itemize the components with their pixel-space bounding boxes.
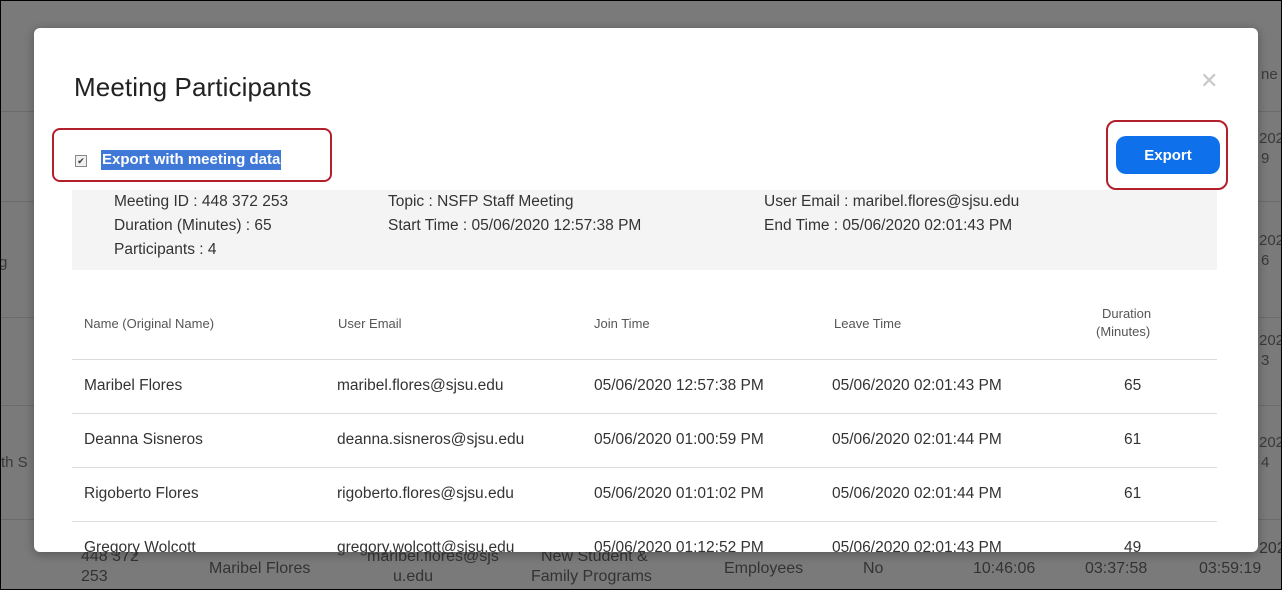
participant-join-time: 05/06/2020 01:00:59 PM	[594, 431, 764, 448]
dialog-title: Meeting Participants	[74, 72, 312, 102]
participant-name: Rigoberto Flores	[84, 485, 199, 502]
export-with-meeting-data-label[interactable]: Export with meeting data	[101, 150, 282, 170]
table-row: Deanna Sisneros deanna.sisneros@sjsu.edu…	[72, 413, 1217, 468]
bg-cell-fragment: 4	[1261, 454, 1270, 471]
participant-join-time: 05/06/2020 12:57:38 PM	[594, 377, 764, 394]
participant-email: maribel.flores@sjsu.edu	[337, 377, 504, 394]
bg-cell-fragment: 6	[1261, 252, 1270, 269]
meeting-user-email: User Email : maribel.flores@sjsu.edu	[764, 193, 1020, 210]
participant-name: Gregory Wolcott	[84, 539, 196, 556]
participant-leave-time: 05/06/2020 02:01:43 PM	[832, 539, 1002, 556]
participant-name: Maribel Flores	[84, 377, 183, 394]
meeting-id: Meeting ID : 448 372 253	[114, 193, 289, 210]
table-row: Maribel Flores maribel.flores@sjsu.edu 0…	[72, 359, 1217, 414]
participant-join-time: 05/06/2020 01:01:02 PM	[594, 485, 764, 502]
participant-leave-time: 05/06/2020 02:01:44 PM	[832, 431, 1002, 448]
bg-cell-fragment: th S	[1, 454, 28, 471]
participant-duration: 61	[1124, 431, 1142, 448]
screen-frame: ne 202 9 202 6 202 3 202 4 g th S 448 37…	[0, 0, 1282, 590]
table-row: Gregory Wolcott gregory.wolcott@sjsu.edu…	[72, 521, 1217, 576]
participant-leave-time: 05/06/2020 02:01:43 PM	[832, 377, 1002, 394]
participant-name: Deanna Sisneros	[84, 431, 203, 448]
column-header-join-time: Join Time	[594, 316, 650, 331]
participant-email: gregory.wolcott@sjsu.edu	[337, 539, 515, 556]
column-header-leave-time: Leave Time	[834, 316, 902, 331]
participant-join-time: 05/06/2020 01:12:52 PM	[594, 539, 764, 556]
column-header-duration: Duration	[1102, 306, 1152, 321]
meeting-end-time: End Time : 05/06/2020 02:01:43 PM	[764, 217, 1013, 234]
export-with-meeting-data-checkbox[interactable]: ✔	[75, 155, 87, 167]
meeting-participants-dialog: Meeting Participants ✕ ✔ Export with mee…	[34, 28, 1258, 556]
meeting-start-time: Start Time : 05/06/2020 12:57:38 PM	[388, 217, 642, 234]
bg-cell-fragment: 3	[1261, 352, 1270, 369]
participant-duration: 49	[1124, 539, 1142, 556]
column-header-name: Name (Original Name)	[84, 316, 215, 331]
bg-header-fragment: ne	[1261, 66, 1278, 83]
bg-cell-fragment: 202	[1259, 434, 1282, 451]
meeting-participants-count: Participants : 4	[114, 241, 217, 258]
bg-cell-fragment: 202	[1259, 130, 1282, 147]
participant-email: deanna.sisneros@sjsu.edu	[337, 431, 525, 448]
export-button[interactable]: Export	[1116, 136, 1220, 174]
close-icon[interactable]: ✕	[1200, 68, 1218, 94]
column-header-email: User Email	[338, 316, 402, 331]
bg-cell-fragment: g	[1, 253, 7, 273]
participant-email: rigoberto.flores@sjsu.edu	[337, 485, 514, 502]
bg-cell-fragment: 9	[1261, 150, 1270, 167]
export-with-meeting-data-highlight: ✔ Export with meeting data	[52, 128, 332, 182]
column-header-duration-unit: (Minutes)	[1096, 324, 1151, 339]
participant-duration: 61	[1124, 485, 1142, 502]
table-row: Rigoberto Flores rigoberto.flores@sjsu.e…	[72, 467, 1217, 522]
bg-last-date: 202	[1259, 540, 1281, 557]
meeting-duration: Duration (Minutes) : 65	[114, 217, 272, 234]
meeting-info-panel: Meeting ID : 448 372 253 Duration (Minut…	[72, 190, 1217, 270]
bg-cell-fragment: 202	[1259, 232, 1282, 249]
participant-leave-time: 05/06/2020 02:01:44 PM	[832, 485, 1002, 502]
meeting-topic: Topic : NSFP Staff Meeting	[388, 193, 574, 210]
participant-duration: 65	[1124, 377, 1142, 394]
bg-cell-fragment: 202	[1259, 332, 1282, 349]
export-button-highlight: Export	[1106, 120, 1228, 190]
